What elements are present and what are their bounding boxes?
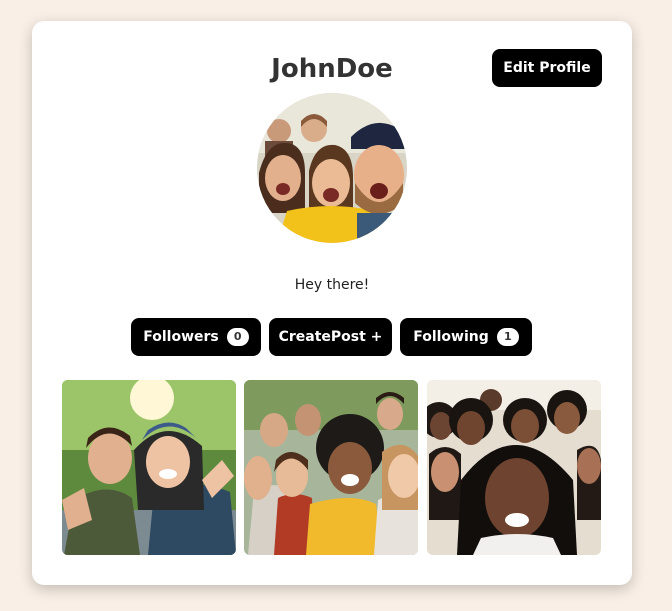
create-post-label: CreatePost + xyxy=(278,329,383,345)
post-thumbnail[interactable] xyxy=(62,380,236,555)
avatar[interactable] xyxy=(257,93,407,243)
following-button[interactable]: Following 1 xyxy=(400,318,532,356)
create-post-button[interactable]: CreatePost + xyxy=(269,318,392,356)
followers-count-badge: 0 xyxy=(226,328,249,346)
profile-bio: Hey there! xyxy=(294,277,370,293)
profile-card: JohnDoe Edit Profile Hey there! Follower… xyxy=(32,21,632,585)
edit-profile-button[interactable]: Edit Profile xyxy=(492,49,602,87)
followers-label: Followers xyxy=(143,329,219,345)
following-count-badge: 1 xyxy=(496,328,519,346)
following-label: Following xyxy=(413,329,489,345)
post-thumbnail[interactable] xyxy=(244,380,418,555)
post-thumbnail[interactable] xyxy=(427,380,601,555)
followers-button[interactable]: Followers 0 xyxy=(131,318,261,356)
